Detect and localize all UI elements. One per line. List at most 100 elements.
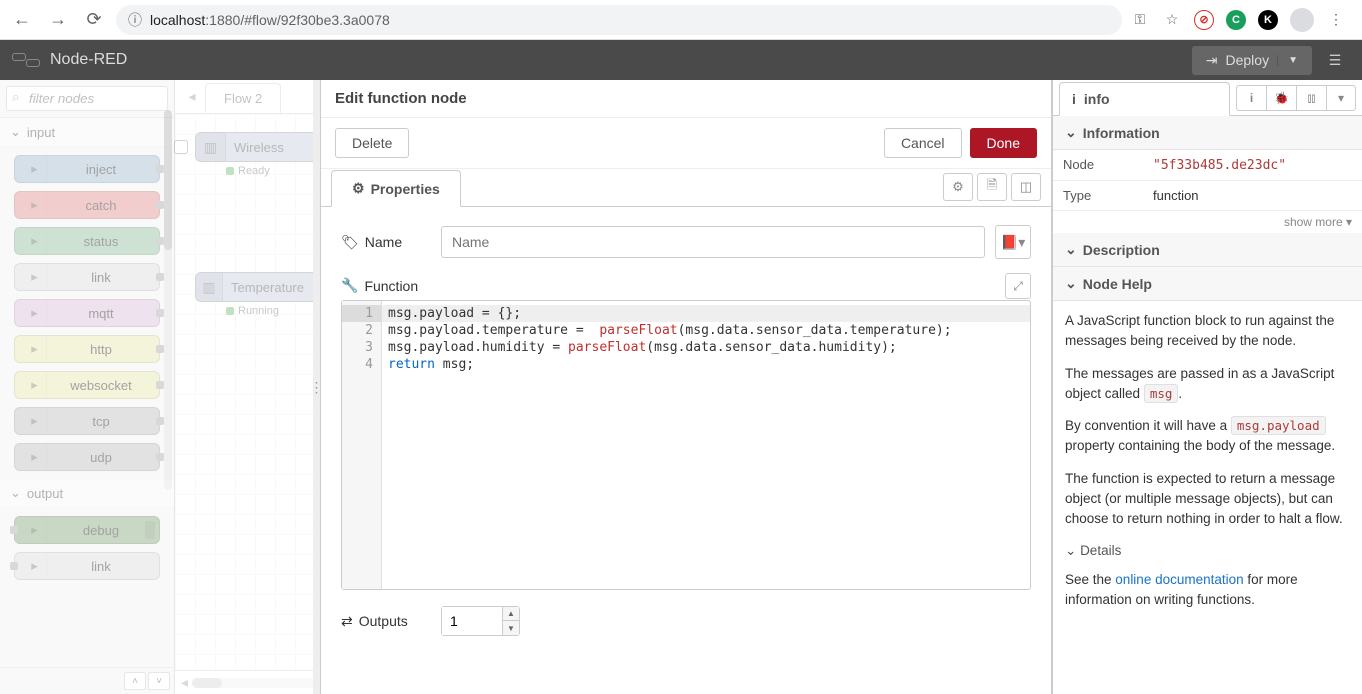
node-port [10,562,18,570]
sidebar-info-button[interactable]: i [1236,85,1266,111]
code-area[interactable]: msg.payload = {};msg.payload.temperature… [382,301,1030,589]
flow-node-temperature[interactable]: ▥ Temperature Running [195,272,325,302]
nodehelp-section-header[interactable]: ⌄ Node Help [1053,267,1362,301]
node-settings-button[interactable]: ⚙ [943,173,973,201]
edit-function-tray: Edit function node Delete Cancel Done ⚙ … [320,80,1052,694]
palette-node-link[interactable]: ▸link [14,263,160,291]
site-info-icon[interactable]: ⓘ [128,10,142,30]
palette-node-debug[interactable]: ▸debug [14,516,160,544]
palette-node-catch[interactable]: ▸catch [14,191,160,219]
name-label: 🏷 Name [341,234,431,251]
palette-collapse-up-button[interactable]: ˄ [124,672,146,690]
collapse-palette-button[interactable]: ◂ [183,80,201,113]
palette-node-udp[interactable]: ▸udp [14,443,160,471]
deploy-label: Deploy [1226,52,1270,68]
chevron-down-icon: ⌄ [1065,275,1077,292]
delete-button[interactable]: Delete [335,128,409,158]
description-section-header[interactable]: ⌄ Description [1053,233,1362,267]
node-type-icon: ▸ [23,156,47,182]
node-type-icon: ▸ [23,517,47,543]
palette-node-http[interactable]: ▸http [14,335,160,363]
node-red-logo-icon [12,53,40,67]
outputs-value-input[interactable] [442,607,502,635]
profile-avatar[interactable] [1290,8,1314,32]
done-button[interactable]: Done [970,128,1037,158]
show-more-link[interactable]: show more ▾ [1053,211,1362,233]
function-code-editor[interactable]: 1 2 3 4 msg.payload = {};msg.payload.tem… [341,300,1031,590]
sidebar-debug-button[interactable]: 🐞 [1266,85,1296,111]
palette-scrollbar[interactable] [164,110,172,490]
url-path: /#flow/92f30be3.3a0078 [240,12,389,28]
address-bar[interactable]: ⓘ localhost:1880/#flow/92f30be3.3a0078 [116,5,1122,35]
node-port [156,309,164,317]
back-button[interactable]: ← [8,6,36,34]
name-bookmark-button[interactable]: 📕▾ [995,225,1031,259]
sidebar-more-button[interactable]: ▾ [1326,85,1356,111]
deploy-button[interactable]: ⇥ Deploy ▼ [1192,46,1312,75]
palette-node-mqtt[interactable]: ▸mqtt [14,299,160,327]
cancel-button[interactable]: Cancel [884,128,962,158]
palette-collapse-down-button[interactable]: ˅ [148,672,170,690]
wireless-node-icon: ▥ [196,133,226,161]
info-row-type: Type function [1053,181,1362,211]
app-header: Node-RED ⇥ Deploy ▼ ☰ [0,40,1362,80]
outputs-label: ⇄ Outputs [341,613,431,630]
node-type-icon: ▸ [23,264,47,290]
node-type-icon: ▸ [23,300,47,326]
palette-node-websocket[interactable]: ▸websocket [14,371,160,399]
browser-menu-icon[interactable]: ⋮ [1326,10,1346,30]
node-port [156,453,164,461]
palette-category-input[interactable]: ⌄ input [0,118,174,147]
deploy-caret-icon[interactable]: ▼ [1277,55,1298,66]
chevron-down-icon: ⌄ [10,485,21,501]
flow-node-wireless[interactable]: ▥ Wireless Ready [195,132,325,162]
tray-title: Edit function node [321,80,1051,118]
extension-icon-3[interactable]: K [1258,10,1278,30]
node-port [156,273,164,281]
flow-tab[interactable]: Flow 2 [205,83,281,113]
node-port [156,237,164,245]
palette-category-output[interactable]: ⌄ output [0,479,174,508]
chevron-down-icon: ⌄ [10,124,21,140]
tray-resize-handle[interactable] [313,80,321,694]
name-input[interactable] [441,226,985,258]
code-gutter: 1 2 3 4 [342,301,382,589]
palette-node-tcp[interactable]: ▸tcp [14,407,160,435]
online-documentation-link[interactable]: online documentation [1115,572,1243,587]
reload-button[interactable]: ⟳ [80,6,108,34]
main-menu-button[interactable]: ☰ [1320,45,1350,75]
palette-sidebar: ⌄ input ▸inject ▸catch ▸status ▸link ▸mqtt ▸h… [0,80,175,694]
workspace-nav-button[interactable]: ◂ [181,674,188,691]
browser-actions: ⚿ ☆ ⊘ C K ⋮ [1130,8,1354,32]
outputs-increment-button[interactable]: ▲ [503,607,519,621]
credentials-icon[interactable]: ⚿ [1130,10,1150,30]
node-docs-button[interactable]: 🗎 [977,173,1007,201]
bookmark-star-icon[interactable]: ☆ [1162,10,1182,30]
node-appearance-button[interactable]: ◫ [1011,173,1041,201]
properties-tab[interactable]: ⚙ Properties [331,170,461,207]
expand-editor-button[interactable]: ⤢ [1005,273,1031,299]
node-type-icon: ▸ [23,408,47,434]
outputs-stepper[interactable]: ▲ ▼ [441,606,520,636]
node-id-value: "5f33b485.de23dc" [1153,158,1286,173]
palette-node-status[interactable]: ▸status [14,227,160,255]
extension-icon-2[interactable]: C [1226,10,1246,30]
palette-filter-input[interactable] [6,86,168,111]
chevron-down-icon: ⌄ [1065,241,1077,258]
node-port [10,526,18,534]
information-section-header[interactable]: ⌄ Information [1053,116,1362,150]
sidebar-dashboard-button[interactable]: ⫾⫾ [1296,85,1326,111]
info-table: Node "5f33b485.de23dc" Type function [1053,150,1362,211]
palette-node-link[interactable]: ▸link [14,552,160,580]
extension-icon-1[interactable]: ⊘ [1194,10,1214,30]
outputs-decrement-button[interactable]: ▼ [503,621,519,635]
app-title: Node-RED [50,51,127,69]
node-port [156,201,164,209]
url-host: localhost [150,12,205,28]
palette-node-inject[interactable]: ▸inject [14,155,160,183]
gear-icon: ⚙ [352,180,365,197]
info-tab[interactable]: i info [1059,82,1230,116]
details-subheader[interactable]: ⌄ Details [1065,541,1350,561]
forward-button[interactable]: → [44,6,72,34]
node-select-handle[interactable] [174,140,188,154]
